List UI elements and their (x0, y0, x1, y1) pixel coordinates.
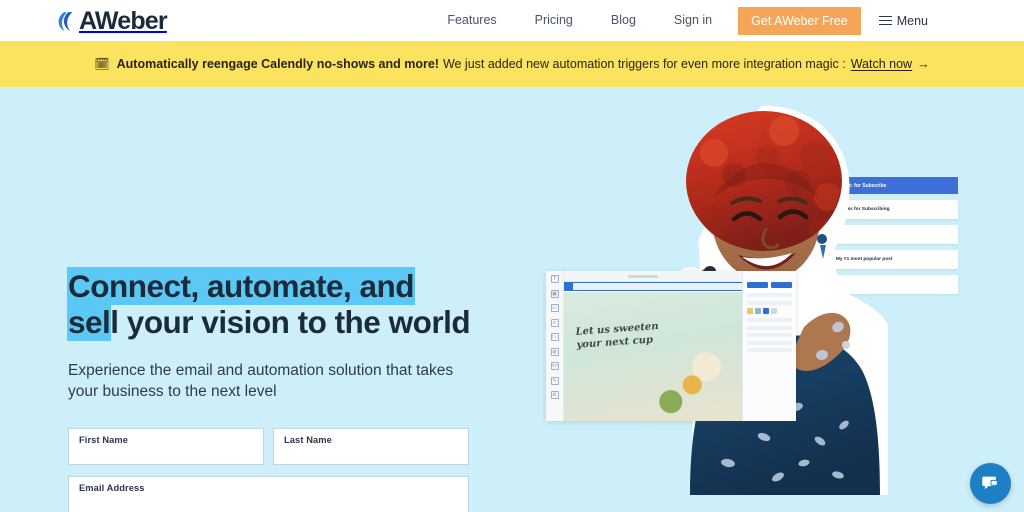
editor-panel-row (747, 325, 792, 330)
hamburger-menu-icon (878, 15, 892, 26)
banner-headline: Automatically reengage Calendly no-shows… (116, 57, 439, 71)
logo-text: AWeber (79, 6, 168, 35)
editor-panel-row (747, 333, 792, 337)
banner-arrow-icon: → (917, 57, 930, 71)
editor-panel-title (747, 275, 792, 279)
headline-line-2-rest: l your vision to the world (110, 304, 471, 340)
first-name-label: First Name (79, 435, 129, 445)
editor-toolbar: T ▣ ▭ ≡ ▷ ◍ <> ✎ ⚙ (546, 271, 564, 421)
headline-highlight-2: sel (68, 304, 111, 340)
editor-swatch[interactable] (771, 308, 777, 314)
nav-link-pricing[interactable]: Pricing (516, 0, 592, 41)
menu-button[interactable]: Menu (878, 13, 928, 28)
hero-content-left: Connect, automate, and sell your vision … (68, 87, 488, 512)
editor-settings-panel (742, 271, 796, 421)
editor-panel-buttons (747, 282, 792, 288)
editor-text-icon: T (550, 275, 559, 283)
menu-button-label: Menu (896, 13, 928, 28)
editor-panel-row (747, 293, 792, 297)
email-address-field[interactable]: Email Address (68, 476, 469, 512)
nav-links: Features Pricing Blog Sign in Get AWeber… (428, 0, 928, 41)
editor-swatch[interactable] (747, 308, 753, 314)
page-root: AWeber Features Pricing Blog Sign in Get… (0, 0, 1024, 512)
subhead-line-1: Experience the email and automation solu… (68, 362, 412, 379)
chat-widget-button[interactable] (970, 463, 1011, 504)
editor-hero-image: Let us sweeten your next cup (564, 292, 742, 421)
editor-panel-row (747, 348, 792, 352)
editor-signature-icon: ✎ (550, 376, 559, 385)
editor-swatch[interactable] (755, 308, 761, 314)
editor-button-icon: ▭ (550, 304, 559, 312)
aweber-logo[interactable]: AWeber (55, 6, 168, 36)
editor-script-text: Let us sweeten your next cup (575, 318, 687, 352)
page-title: Connect, automate, and sell your vision … (68, 268, 488, 340)
editor-canvas: Let us sweeten your next cup (564, 271, 742, 421)
headline-line-1: Connect, automate, and (68, 268, 488, 304)
editor-swatch[interactable] (763, 308, 769, 314)
signup-form: First Name Last Name Email Address Get s… (68, 428, 488, 512)
editor-settings-icon: ⚙ (550, 391, 559, 399)
editor-color-swatches (747, 308, 792, 314)
headline-line-2: sell your vision to the world (68, 304, 488, 340)
last-name-field[interactable]: Last Name (273, 428, 469, 465)
top-navigation-bar: AWeber Features Pricing Blog Sign in Get… (0, 0, 1024, 41)
name-fields-row: First Name Last Name (68, 428, 488, 465)
editor-panel-row (747, 340, 792, 345)
editor-social-icon: ◍ (550, 347, 559, 356)
banner-watch-now-link[interactable]: Watch now (851, 57, 912, 71)
editor-code-icon: <> (550, 362, 559, 370)
first-name-field[interactable]: First Name (68, 428, 264, 465)
first-name-input[interactable] (79, 448, 253, 462)
editor-image-icon: ▣ (550, 289, 559, 298)
hero-illustration: Message: for Subscribe Send Message: Tha… (528, 87, 998, 512)
editor-panel-row (747, 318, 792, 322)
email-address-label: Email Address (79, 483, 145, 493)
email-editor-mockup: T ▣ ▭ ≡ ▷ ◍ <> ✎ ⚙ Let us sweeten your n… (546, 271, 796, 421)
editor-video-icon: ▷ (550, 333, 559, 341)
editor-panel-button[interactable] (771, 282, 792, 288)
announcement-banner: 🗓 Automatically reengage Calendly no-sho… (0, 41, 1024, 87)
nav-link-sign-in[interactable]: Sign in (655, 0, 731, 41)
editor-panel-row (747, 300, 792, 305)
hero-subheading: Experience the email and automation solu… (68, 360, 468, 402)
headline-highlight-1: Connect, automate, and (68, 268, 415, 304)
last-name-label: Last Name (284, 435, 332, 445)
chat-bubble-icon (982, 476, 998, 490)
last-name-input[interactable] (284, 448, 458, 462)
email-address-input[interactable] (79, 496, 458, 510)
editor-selected-block (564, 282, 742, 291)
calendar-emoji-icon: 🗓 (94, 57, 110, 71)
banner-subtext: We just added new automation triggers fo… (442, 57, 846, 71)
editor-panel-button[interactable] (747, 282, 768, 288)
aweber-swoosh-logo-icon (58, 11, 73, 31)
editor-top-bar (564, 271, 742, 282)
nav-link-features[interactable]: Features (428, 0, 515, 41)
nav-link-blog[interactable]: Blog (592, 0, 655, 41)
hero-section: Connect, automate, and sell your vision … (0, 87, 1024, 512)
editor-divider-icon: ≡ (550, 318, 559, 327)
get-aweber-free-button[interactable]: Get AWeber Free (738, 6, 861, 35)
